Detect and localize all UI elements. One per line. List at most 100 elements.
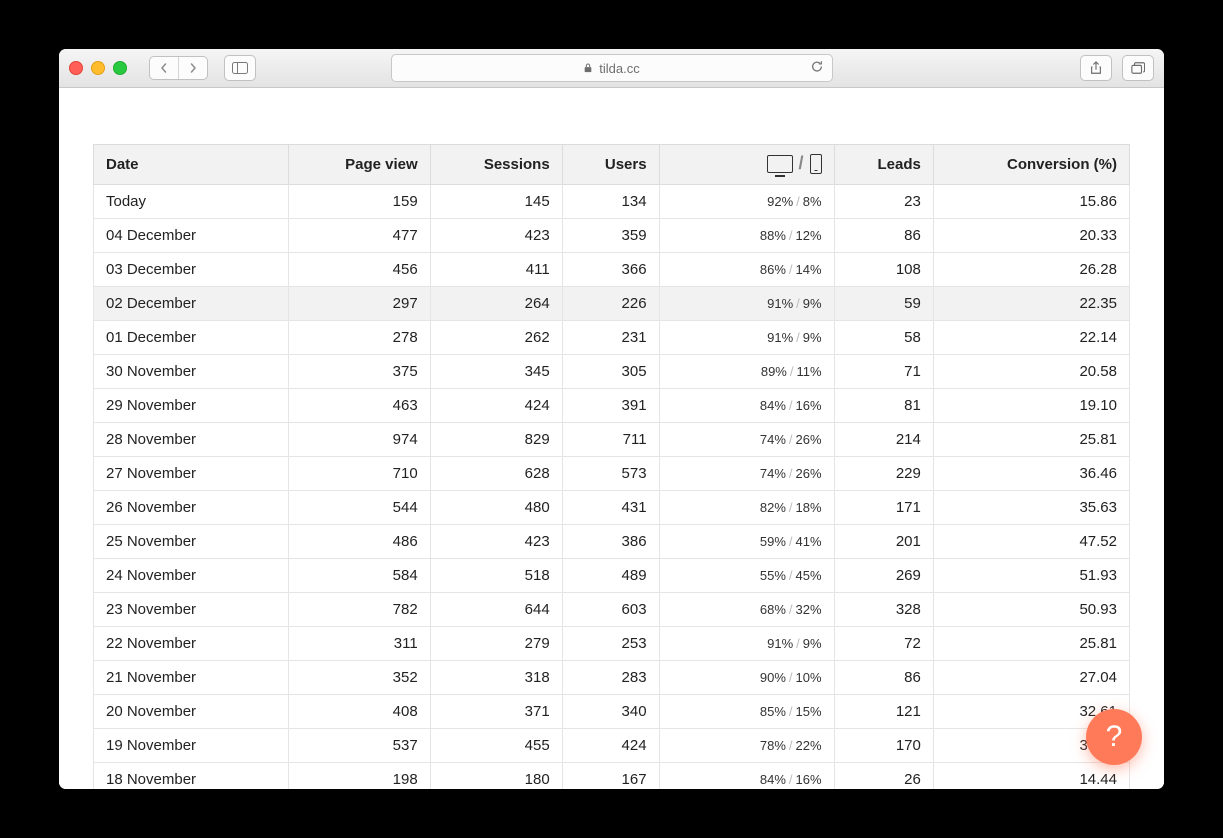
cell-page-view: 456	[289, 252, 431, 286]
cell-date: 24 November	[94, 558, 289, 592]
table-row[interactable]: 23 November78264460368%/32%32850.93	[94, 592, 1130, 626]
cell-date: 21 November	[94, 660, 289, 694]
close-window-button[interactable]	[69, 61, 83, 75]
table-row[interactable]: 19 November53745542478%/22%17037.36	[94, 728, 1130, 762]
cell-device-split: 59%/41%	[659, 524, 834, 558]
page-content: Date Page view Sessions Users / Leads Co…	[59, 88, 1164, 789]
back-button[interactable]	[150, 57, 178, 79]
cell-date: 25 November	[94, 524, 289, 558]
table-row[interactable]: 20 November40837134085%/15%12132.61	[94, 694, 1130, 728]
cell-sessions: 480	[430, 490, 562, 524]
cell-page-view: 297	[289, 286, 431, 320]
cell-sessions: 345	[430, 354, 562, 388]
help-button[interactable]: ?	[1086, 709, 1142, 765]
table-row[interactable]: 26 November54448043182%/18%17135.63	[94, 490, 1130, 524]
cell-device-split: 92%/8%	[659, 184, 834, 218]
cell-sessions: 424	[430, 388, 562, 422]
cell-conversion: 47.52	[933, 524, 1129, 558]
cell-users: 359	[562, 218, 659, 252]
cell-users: 283	[562, 660, 659, 694]
table-row[interactable]: 18 November19818016784%/16%2614.44	[94, 762, 1130, 789]
minimize-window-button[interactable]	[91, 61, 105, 75]
col-users[interactable]: Users	[562, 145, 659, 185]
cell-users: 573	[562, 456, 659, 490]
cell-conversion: 20.58	[933, 354, 1129, 388]
cell-leads: 59	[834, 286, 933, 320]
table-row[interactable]: 29 November46342439184%/16%8119.10	[94, 388, 1130, 422]
table-row[interactable]: 30 November37534530589%/11%7120.58	[94, 354, 1130, 388]
cell-users: 253	[562, 626, 659, 660]
stats-table: Date Page view Sessions Users / Leads Co…	[93, 144, 1130, 789]
reload-button[interactable]	[810, 60, 824, 77]
cell-leads: 214	[834, 422, 933, 456]
table-header-row: Date Page view Sessions Users / Leads Co…	[94, 145, 1130, 185]
table-row[interactable]: 04 December47742335988%/12%8620.33	[94, 218, 1130, 252]
cell-users: 231	[562, 320, 659, 354]
cell-conversion: 36.46	[933, 456, 1129, 490]
forward-button[interactable]	[178, 57, 207, 79]
table-row[interactable]: 03 December45641136686%/14%10826.28	[94, 252, 1130, 286]
toolbar-right	[1080, 55, 1154, 81]
col-conversion[interactable]: Conversion (%)	[933, 145, 1129, 185]
tabs-icon	[1131, 61, 1145, 75]
share-button[interactable]	[1080, 55, 1112, 81]
col-page-view[interactable]: Page view	[289, 145, 431, 185]
table-row[interactable]: 01 December27826223191%/9%5822.14	[94, 320, 1130, 354]
show-tabs-button[interactable]	[1122, 55, 1154, 81]
col-date[interactable]: Date	[94, 145, 289, 185]
cell-users: 226	[562, 286, 659, 320]
cell-users: 386	[562, 524, 659, 558]
table-row[interactable]: 25 November48642338659%/41%20147.52	[94, 524, 1130, 558]
cell-users: 366	[562, 252, 659, 286]
cell-sessions: 264	[430, 286, 562, 320]
address-bar[interactable]: tilda.cc	[391, 54, 833, 82]
browser-window: tilda.cc +	[59, 49, 1164, 789]
cell-date: 23 November	[94, 592, 289, 626]
cell-device-split: 91%/9%	[659, 626, 834, 660]
table-row[interactable]: 24 November58451848955%/45%26951.93	[94, 558, 1130, 592]
cell-page-view: 198	[289, 762, 431, 789]
cell-device-split: 85%/15%	[659, 694, 834, 728]
cell-date: 03 December	[94, 252, 289, 286]
table-row[interactable]: 02 December29726422691%/9%5922.35	[94, 286, 1130, 320]
cell-date: 01 December	[94, 320, 289, 354]
table-row[interactable]: 27 November71062857374%/26%22936.46	[94, 456, 1130, 490]
cell-device-split: 74%/26%	[659, 422, 834, 456]
table-row[interactable]: 21 November35231828390%/10%8627.04	[94, 660, 1130, 694]
cell-leads: 171	[834, 490, 933, 524]
cell-device-split: 74%/26%	[659, 456, 834, 490]
show-sidebar-button[interactable]	[224, 55, 256, 81]
cell-conversion: 22.14	[933, 320, 1129, 354]
cell-page-view: 352	[289, 660, 431, 694]
table-row[interactable]: 22 November31127925391%/9%7225.81	[94, 626, 1130, 660]
cell-device-split: 82%/18%	[659, 490, 834, 524]
cell-date: 04 December	[94, 218, 289, 252]
cell-users: 305	[562, 354, 659, 388]
cell-leads: 108	[834, 252, 933, 286]
cell-page-view: 463	[289, 388, 431, 422]
cell-page-view: 408	[289, 694, 431, 728]
table-row[interactable]: 28 November97482971174%/26%21425.81	[94, 422, 1130, 456]
col-sessions[interactable]: Sessions	[430, 145, 562, 185]
cell-leads: 269	[834, 558, 933, 592]
cell-date: 28 November	[94, 422, 289, 456]
cell-users: 711	[562, 422, 659, 456]
cell-page-view: 537	[289, 728, 431, 762]
cell-leads: 81	[834, 388, 933, 422]
address-host: tilda.cc	[599, 61, 639, 76]
cell-leads: 86	[834, 218, 933, 252]
cell-date: 18 November	[94, 762, 289, 789]
cell-conversion: 14.44	[933, 762, 1129, 789]
col-leads[interactable]: Leads	[834, 145, 933, 185]
cell-device-split: 68%/32%	[659, 592, 834, 626]
cell-users: 431	[562, 490, 659, 524]
cell-page-view: 278	[289, 320, 431, 354]
cell-leads: 23	[834, 184, 933, 218]
cell-date: 30 November	[94, 354, 289, 388]
table-row[interactable]: Today15914513492%/8%2315.86	[94, 184, 1130, 218]
cell-leads: 170	[834, 728, 933, 762]
col-device-split[interactable]: /	[659, 145, 834, 185]
cell-leads: 26	[834, 762, 933, 789]
fullscreen-window-button[interactable]	[113, 61, 127, 75]
cell-sessions: 628	[430, 456, 562, 490]
